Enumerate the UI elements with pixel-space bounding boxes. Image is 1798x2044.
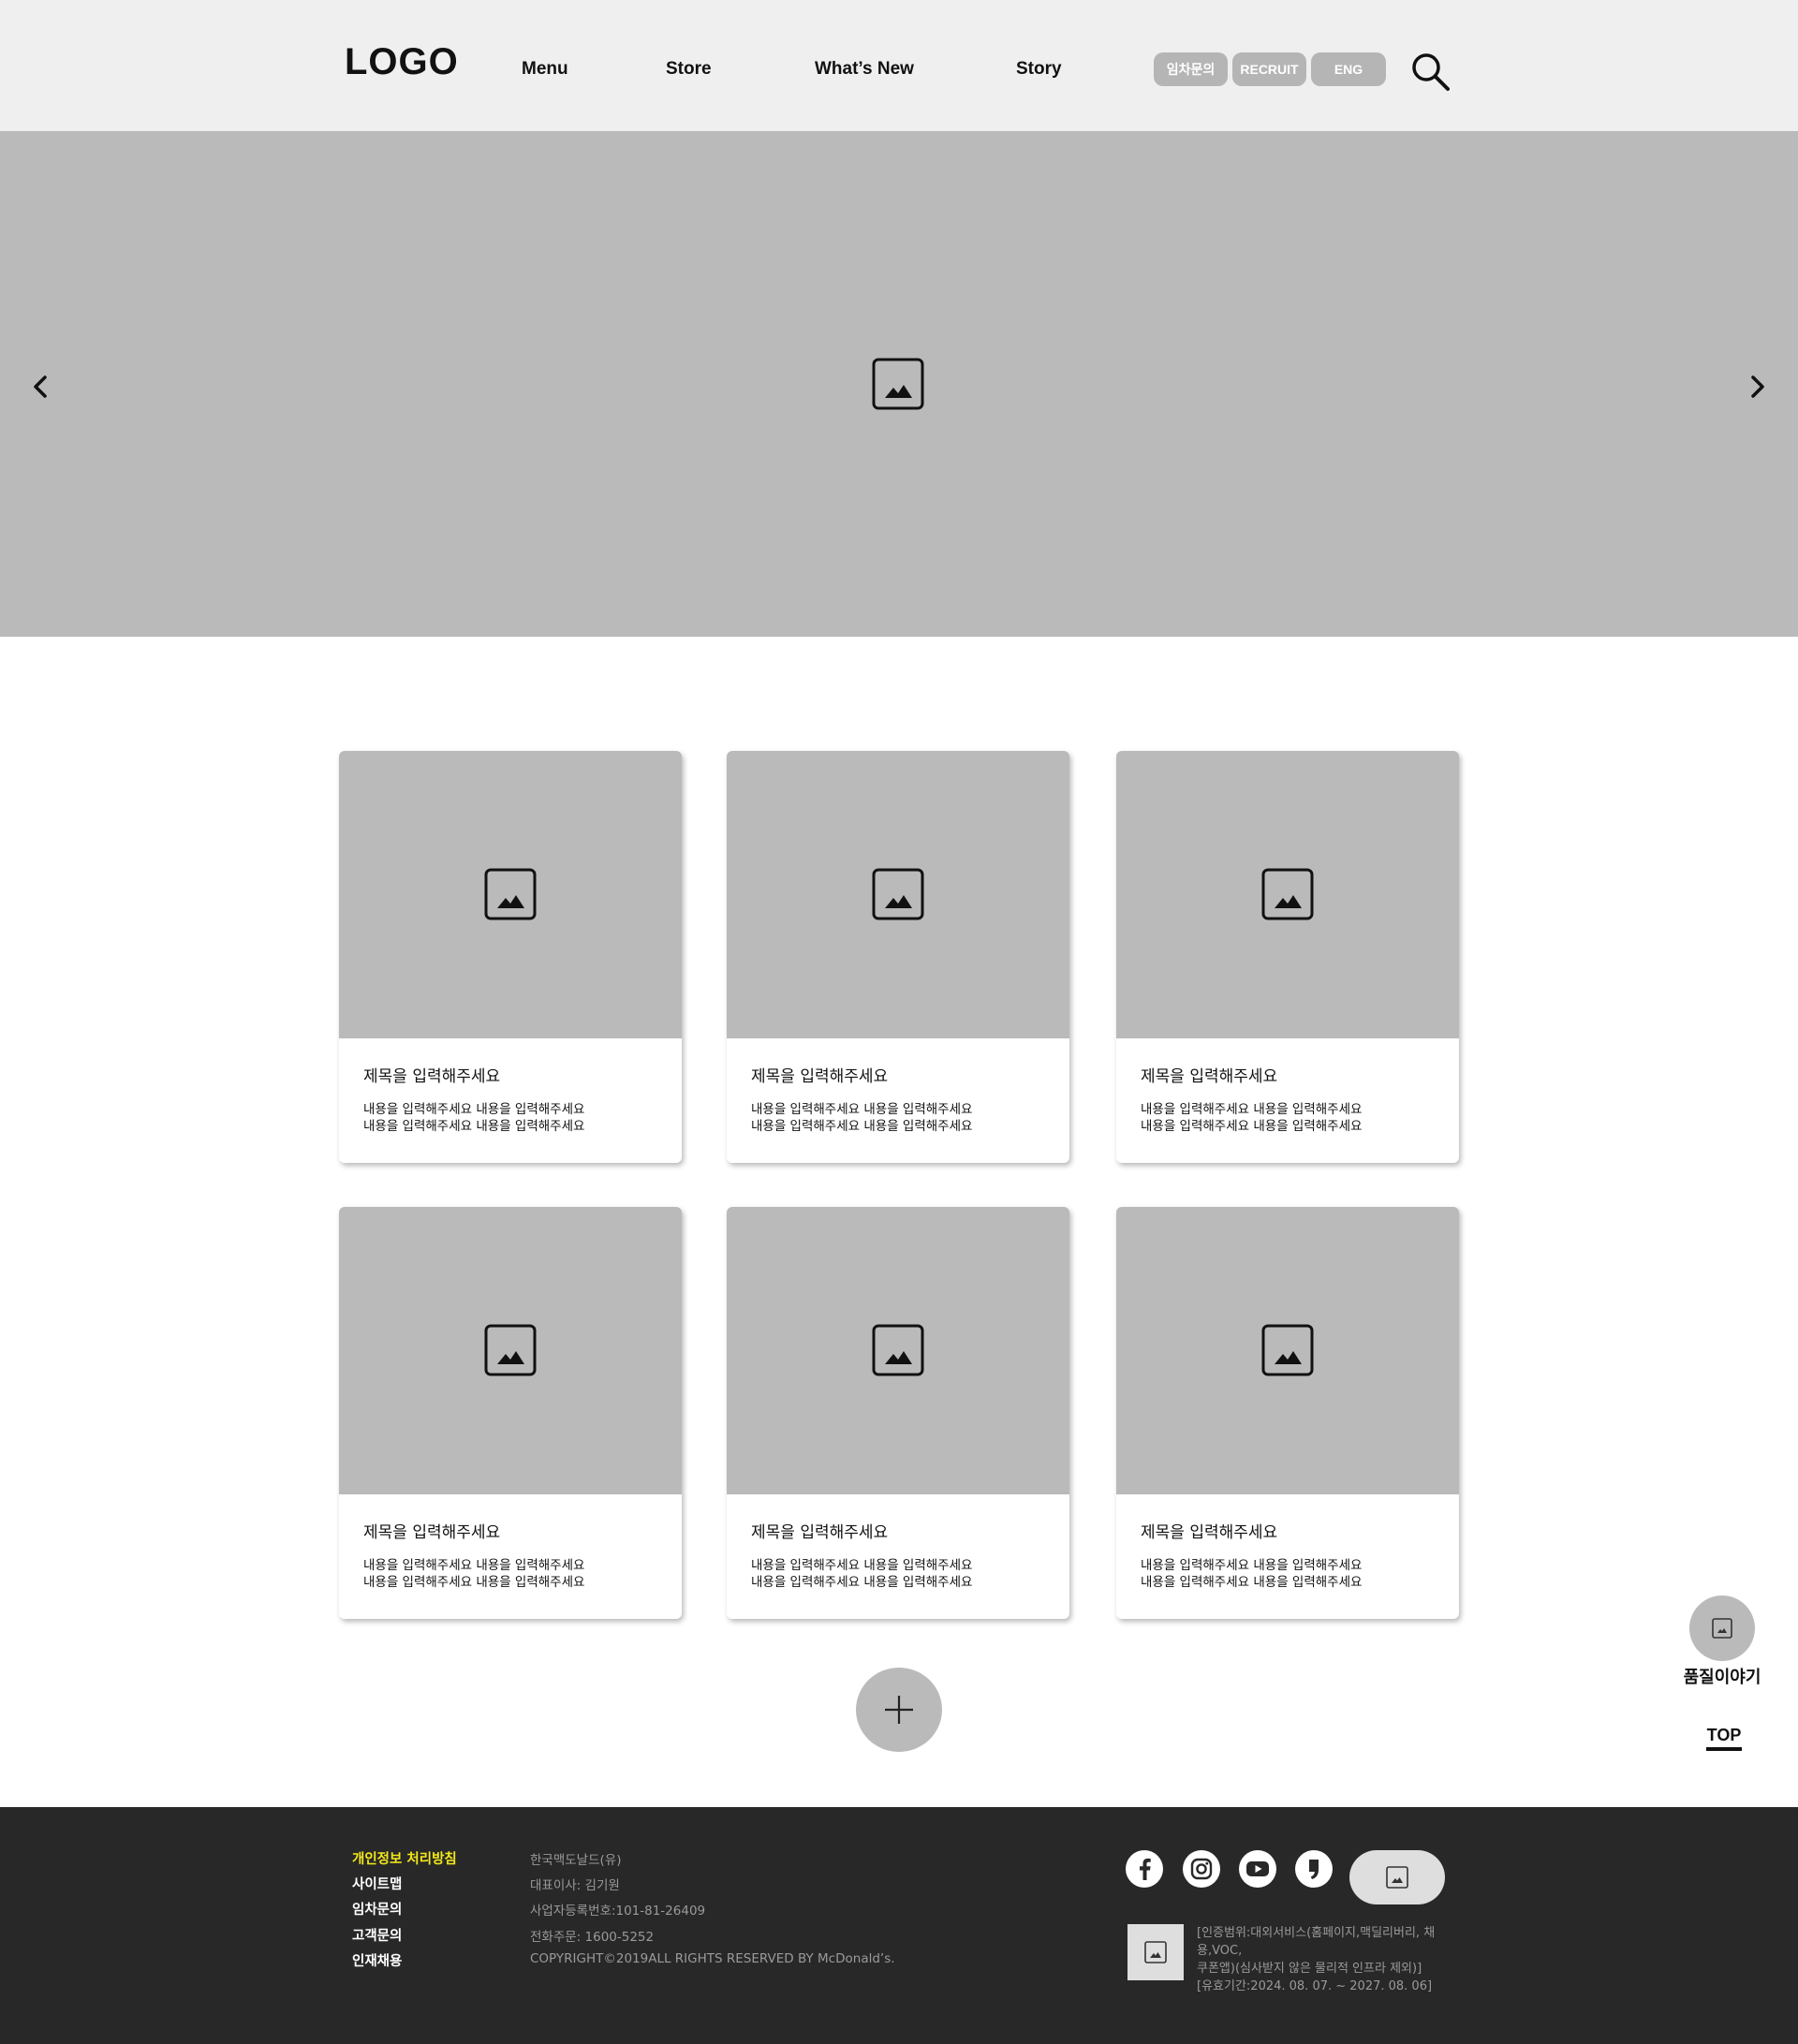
site-footer: 개인정보 처리방침 사이트맵 임차문의 고객문의 인재채용 한국맥도날드(유) … [0,1807,1798,2044]
nav-item-story[interactable]: Story [1016,59,1062,80]
phone-order: 전화주문: 1600-5252 [530,1930,655,1945]
card[interactable]: 제목을 입력해주세요 내용을 입력해주세요 내용을 입력해주세요 내용을 입력해주… [339,751,682,1163]
card-image [339,751,682,1038]
card[interactable]: 제목을 입력해주세요 내용을 입력해주세요 내용을 입력해주세요 내용을 입력해주… [339,1207,682,1619]
facebook-icon[interactable] [1126,1850,1163,1888]
card[interactable]: 제목을 입력해주세요 내용을 입력해주세요 내용을 입력해주세요 내용을 입력해주… [1116,751,1459,1163]
image-placeholder-icon [872,868,924,920]
image-placeholder-icon [484,868,537,920]
card-body: 내용을 입력해주세요 내용을 입력해주세요 내용을 입력해주세요 내용을 입력해주… [1141,1102,1363,1134]
card[interactable]: 제목을 입력해주세요 내용을 입력해주세요 내용을 입력해주세요 내용을 입력해주… [727,1207,1069,1619]
nav-item-store[interactable]: Store [666,59,712,80]
nav-item-whats-new[interactable]: What’s New [815,59,914,80]
eng-button[interactable]: ENG [1311,52,1386,86]
privacy-policy-link[interactable]: 개인정보 처리방침 [352,1848,457,1868]
image-placeholder-icon [484,1324,537,1376]
lease-inquiry-link[interactable]: 임차문의 [352,1899,402,1919]
copyright: COPYRIGHT©2019ALL RIGHTS RESERVED BY McD… [530,1951,895,1966]
card-title: 제목을 입력해주세요 [363,1067,501,1086]
lease-inquiry-button[interactable]: 임차문의 [1154,52,1228,86]
hero-banner [0,131,1798,637]
app-download-button[interactable] [1349,1850,1445,1904]
recruit-button[interactable]: RECRUIT [1232,52,1306,86]
card-image [1116,1207,1459,1494]
card-body: 내용을 입력해주세요 내용을 입력해주세요 내용을 입력해주세요 내용을 입력해주… [363,1102,585,1134]
plus-icon [885,1696,913,1724]
certification-validity: [유효기간:2024. 08. 07. ~ 2027. 08. 06] [1197,1979,1433,1993]
image-placeholder-icon [1386,1866,1408,1889]
image-placeholder-icon [1261,868,1314,920]
card-body: 내용을 입력해주세요 내용을 입력해주세요 내용을 입력해주세요 내용을 입력해주… [751,1102,973,1134]
load-more-button[interactable] [856,1668,942,1752]
business-number: 사업자등록번호:101-81-26409 [530,1904,706,1919]
card-body: 내용을 입력해주세요 내용을 입력해주세요 내용을 입력해주세요 내용을 입력해주… [1141,1558,1363,1590]
image-placeholder-icon [872,358,924,410]
card[interactable]: 제목을 입력해주세요 내용을 입력해주세요 내용을 입력해주세요 내용을 입력해주… [727,751,1069,1163]
sitemap-link[interactable]: 사이트맵 [352,1874,402,1893]
card-title: 제목을 입력해주세요 [1141,1523,1278,1542]
card-image [727,751,1069,1038]
card-image [727,1207,1069,1494]
card-body: 내용을 입력해주세요 내용을 입력해주세요 내용을 입력해주세요 내용을 입력해주… [363,1558,585,1590]
quality-story-button[interactable] [1689,1595,1755,1661]
chevron-left-icon[interactable] [28,373,54,401]
blog-icon[interactable] [1295,1850,1333,1888]
card-title: 제목을 입력해주세요 [1141,1067,1278,1086]
image-placeholder-icon [1712,1618,1732,1639]
card[interactable]: 제목을 입력해주세요 내용을 입력해주세요 내용을 입력해주세요 내용을 입력해주… [1116,1207,1459,1619]
nav-item-menu[interactable]: Menu [522,59,568,80]
card-title: 제목을 입력해주세요 [751,1067,889,1086]
logo[interactable]: LOGO [345,41,459,83]
site-header: LOGO Menu Store What’s New Story 임차문의 RE… [0,0,1798,131]
company-name: 한국맥도날드(유) [530,1853,622,1868]
instagram-icon[interactable] [1183,1850,1220,1888]
card-title: 제목을 입력해주세요 [751,1523,889,1542]
ceo-name: 대표이사: 김기원 [530,1878,620,1893]
recruitment-link[interactable]: 인재채용 [352,1950,402,1970]
image-placeholder-icon [1144,1941,1167,1963]
search-icon[interactable] [1410,51,1452,93]
top-underline [1706,1747,1742,1751]
card-image [1116,751,1459,1038]
image-placeholder-icon [1261,1324,1314,1376]
chevron-right-icon[interactable] [1744,373,1770,401]
card-body: 내용을 입력해주세요 내용을 입력해주세요 내용을 입력해주세요 내용을 입력해주… [751,1558,973,1590]
card-title: 제목을 입력해주세요 [363,1523,501,1542]
certification-mark [1127,1924,1184,1980]
scroll-top-button[interactable]: TOP [1701,1726,1747,1745]
customer-inquiry-link[interactable]: 고객문의 [352,1925,402,1945]
card-image [339,1207,682,1494]
quality-story-label[interactable]: 품질이야기 [1666,1664,1778,1688]
image-placeholder-icon [872,1324,924,1376]
certification-scope: [인증범위:대외서비스(홈페이지,맥딜리버리, 채용,VOC, 쿠폰앱)(심사받… [1197,1926,1436,1976]
youtube-icon[interactable] [1239,1850,1276,1888]
